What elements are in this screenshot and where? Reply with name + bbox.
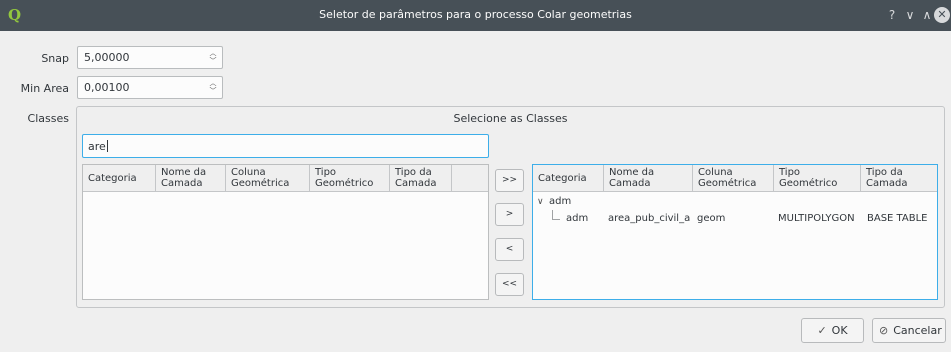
- col-header-categoria[interactable]: Categoria: [83, 165, 156, 192]
- col-header-coluna-geometrica[interactable]: Coluna Geométrica: [226, 165, 310, 192]
- filter-text: are: [88, 140, 106, 153]
- snap-label: Snap: [41, 52, 69, 65]
- available-classes-table[interactable]: Categoria Nome da Camada Coluna Geométrica…: [82, 164, 489, 300]
- add-selected-button[interactable]: >: [495, 203, 524, 226]
- table-header: Categoria Nome da Camada Coluna Geométrica…: [83, 165, 488, 192]
- spin-arrows-icon[interactable]: ︿ ﹀: [208, 79, 218, 96]
- cancel-button[interactable]: ⊘ Cancelar: [872, 318, 946, 343]
- min-area-spinbox[interactable]: 0,00100 ︿ ﹀: [77, 76, 223, 99]
- cell-tipo-geometrico: MULTIPOLYGON: [778, 213, 855, 224]
- ok-button[interactable]: ✓ OK: [801, 318, 864, 343]
- spin-arrows-icon[interactable]: ︿ ﹀: [208, 49, 218, 66]
- maximize-icon[interactable]: ∧: [919, 7, 935, 23]
- col-header-coluna-geometrica[interactable]: Coluna Geométrica: [693, 165, 774, 192]
- col-header-nome-camada[interactable]: Nome da Camada: [156, 165, 226, 192]
- remove-all-button[interactable]: <<: [495, 273, 524, 296]
- class-selector-title: Selecione as Classes: [453, 112, 568, 125]
- col-header-tipo-camada[interactable]: Tipo da Camada: [390, 165, 452, 192]
- add-all-button[interactable]: >>: [495, 169, 524, 192]
- col-header-tipo-geometrico[interactable]: Tipo Geométrico: [774, 165, 861, 192]
- col-header-categoria[interactable]: Categoria: [533, 165, 604, 192]
- title-bar: Q Seletor de parâmetros para o processo …: [0, 0, 951, 31]
- snap-value: 5,00000: [84, 51, 130, 64]
- cancel-label: Cancelar: [893, 324, 942, 337]
- min-area-label: Min Area: [20, 82, 69, 95]
- cell-nome-camada: area_pub_civil_a: [608, 213, 691, 224]
- min-area-value: 0,00100: [84, 81, 130, 94]
- table-row[interactable]: adm area_pub_civil_a geom MULTIPOLYGON B…: [533, 210, 937, 228]
- check-icon: ✓: [817, 324, 827, 337]
- minimize-icon[interactable]: ∨: [902, 7, 918, 23]
- col-header-tipo-camada[interactable]: Tipo da Camada: [861, 165, 938, 192]
- class-selector-group: Selecione as Classes are Categoria Nome …: [76, 106, 945, 308]
- cancel-icon: ⊘: [879, 324, 889, 337]
- col-header-nome-camada[interactable]: Nome da Camada: [604, 165, 693, 192]
- close-icon[interactable]: ✕: [934, 7, 950, 23]
- tree-group-row[interactable]: ∨ adm: [533, 193, 937, 211]
- help-icon[interactable]: ?: [884, 7, 900, 23]
- class-filter-input[interactable]: are: [82, 134, 489, 158]
- remove-selected-button[interactable]: <: [495, 238, 524, 261]
- cell-tipo-camada: BASE TABLE: [867, 213, 928, 224]
- cell-categoria: adm: [566, 213, 589, 224]
- chevron-down-icon[interactable]: ∨: [537, 193, 544, 211]
- snap-spinbox[interactable]: 5,00000 ︿ ﹀: [77, 46, 223, 69]
- ok-label: OK: [831, 324, 848, 337]
- classes-label: Classes: [27, 112, 69, 125]
- selected-classes-table[interactable]: Categoria Nome da Camada Coluna Geométrica…: [532, 164, 938, 300]
- table-header: Categoria Nome da Camada Coluna Geométrica…: [533, 165, 937, 192]
- col-header-tipo-geometrico[interactable]: Tipo Geométrico: [310, 165, 390, 192]
- group-label: adm: [549, 196, 572, 207]
- window-title: Seletor de parâmetros para o processo Co…: [319, 8, 632, 21]
- cell-coluna-geometrica: geom: [697, 213, 726, 224]
- tree-branch-line: [552, 210, 560, 220]
